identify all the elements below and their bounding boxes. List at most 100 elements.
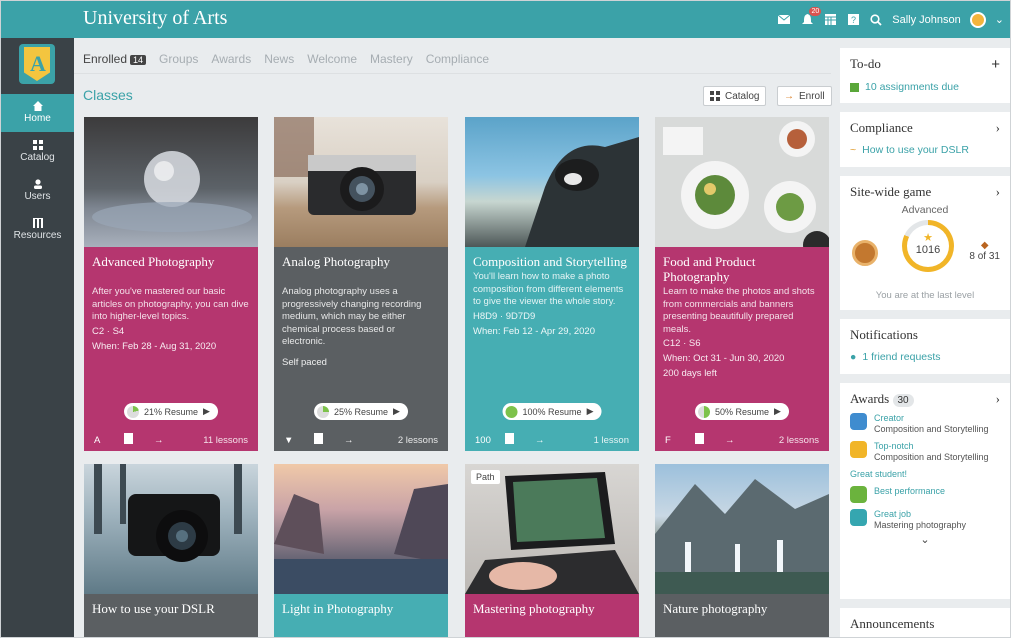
awards-title: Awards (850, 391, 890, 406)
notification-item[interactable]: ● 1 friend requests (850, 351, 1000, 363)
tab-awards[interactable]: Awards (211, 52, 251, 66)
class-card[interactable]: How to use your DSLR (84, 464, 258, 637)
tab-groups[interactable]: Groups (159, 52, 198, 66)
class-card[interactable]: Path Mastering photography (465, 464, 639, 637)
game-title: Site-wide game (850, 184, 932, 199)
award-title: Best performance (874, 486, 946, 496)
resume-button[interactable]: 21% Resume ▶ (124, 403, 218, 420)
user-name[interactable]: Sally Johnson (892, 14, 961, 26)
award-title: Great job (874, 509, 912, 519)
card-dates: When: Feb 12 - Apr 29, 2020 (473, 325, 595, 337)
compliance-item[interactable]: ~ How to use your DSLR (850, 144, 1000, 156)
card-image (655, 464, 829, 594)
sidebar-item-catalog[interactable]: Catalog (1, 133, 74, 171)
arrow-right-icon[interactable]: → (344, 435, 374, 446)
arrow-right-icon[interactable]: → (725, 435, 755, 446)
award-item[interactable]: Great job Mastering photography (850, 509, 1000, 531)
class-card[interactable]: Composition and Storytelling You'll lear… (465, 117, 639, 451)
award-title: Creator (874, 413, 905, 423)
class-card[interactable]: Analog Photography Analog photography us… (274, 117, 448, 451)
sidebar-item-resources[interactable]: Resources (1, 211, 74, 249)
sidebar-item-home[interactable]: Home (1, 94, 74, 132)
game-stats: ★ 1016 ◆ 8 of 31 (850, 220, 1000, 282)
tab-compliance[interactable]: Compliance (426, 52, 489, 66)
card-title[interactable]: Food and Product Photography (663, 254, 821, 284)
tab-news[interactable]: News (264, 52, 294, 66)
points-value: 1016 (915, 244, 941, 256)
award-item[interactable]: Creator Composition and Storytelling (850, 413, 1000, 435)
award-title: Top-notch (874, 441, 914, 451)
document-icon[interactable] (124, 433, 133, 444)
card-footer: F → 2 lessons (655, 429, 829, 451)
add-todo-button[interactable]: + (991, 56, 1000, 73)
card-image (274, 464, 448, 594)
award-item[interactable]: Top-notch Composition and Storytelling (850, 441, 1000, 463)
resume-button[interactable]: 25% Resume ▶ (314, 403, 408, 420)
card-description: After you've mastered our basic articles… (92, 286, 249, 322)
card-code: C12 · S6 (663, 338, 701, 349)
document-icon[interactable] (314, 433, 323, 444)
notifications-panel: Notifications ● 1 friend requests (840, 319, 1010, 374)
arrow-right-icon[interactable]: → (535, 435, 565, 446)
progress-pie-icon (127, 405, 140, 418)
resume-button[interactable]: 50% Resume ▶ (695, 403, 789, 420)
card-title[interactable]: Composition and Storytelling (473, 254, 631, 269)
card-title[interactable]: How to use your DSLR (92, 601, 250, 616)
resume-button[interactable]: 100% Resume ▶ (502, 403, 602, 420)
card-description: You'll learn how to make a photo composi… (473, 271, 624, 307)
card-title[interactable]: Advanced Photography (92, 254, 250, 269)
award-item[interactable]: Great student! (850, 469, 1000, 480)
class-card[interactable]: Light in Photography (274, 464, 448, 637)
card-title[interactable]: Analog Photography (282, 254, 440, 269)
points-center: ★ 1016 (907, 225, 949, 267)
tab-enrolled[interactable]: Enrolled 14 (83, 52, 147, 66)
chevron-down-icon[interactable]: ⌄ (995, 13, 1004, 26)
notification-badge: 20 (809, 6, 822, 16)
bell-icon[interactable]: 20 (800, 6, 822, 27)
lesson-count: 11 lessons (203, 434, 248, 446)
home-icon (32, 101, 43, 111)
card-title[interactable]: Light in Photography (282, 601, 440, 616)
grid-icon (32, 140, 43, 150)
chevron-right-icon[interactable]: › (996, 120, 1000, 136)
card-image (84, 464, 258, 594)
chevron-right-icon[interactable]: › (996, 184, 1000, 200)
document-icon[interactable] (695, 433, 704, 444)
card-pacing: Self paced (282, 356, 327, 368)
todo-item[interactable]: 10 assignments due (850, 81, 1000, 93)
arrow-right-icon: → (784, 90, 794, 102)
card-title[interactable]: Nature photography (663, 601, 821, 616)
todo-panel: To-do + 10 assignments due (840, 48, 1010, 103)
app-title[interactable]: University of Arts (83, 7, 227, 30)
chevron-down-icon[interactable]: ⌄ (850, 533, 1000, 546)
play-icon: ▶ (774, 406, 781, 416)
award-item[interactable]: Best performance (850, 486, 1000, 503)
school-logo[interactable] (19, 44, 55, 84)
tab-label: Enrolled (83, 52, 128, 66)
document-icon[interactable] (505, 433, 514, 444)
help-icon[interactable]: ? (846, 13, 860, 27)
card-footer: A → 11 lessons (84, 429, 258, 451)
todo-item-label: 10 assignments due (865, 81, 959, 93)
class-card[interactable]: Advanced Photography After you've master… (84, 117, 258, 451)
chevron-right-icon[interactable]: › (996, 391, 1000, 407)
class-card[interactable]: Nature photography (655, 464, 829, 637)
card-title[interactable]: Mastering photography (473, 601, 631, 616)
class-card[interactable]: Food and Product Photography Learn to ma… (655, 117, 829, 451)
trophy-icon: ▼ (284, 434, 294, 446)
enroll-button[interactable]: → Enroll (777, 86, 832, 106)
arrow-right-icon[interactable]: → (154, 435, 184, 446)
catalog-button-label: Catalog (725, 90, 760, 102)
user-avatar[interactable] (969, 11, 986, 28)
tab-welcome[interactable]: Welcome (307, 52, 357, 66)
sidebar-item-users[interactable]: Users (1, 172, 74, 210)
calendar-icon[interactable] (823, 13, 837, 27)
catalog-button[interactable]: Catalog (703, 86, 767, 106)
mail-icon[interactable] (777, 13, 791, 27)
card-body: Advanced Photography After you've master… (84, 247, 258, 451)
shield-award-icon (850, 413, 867, 430)
resume-label: 21% Resume (144, 406, 199, 417)
announcements-panel: Announcements (840, 608, 1010, 637)
search-icon[interactable] (869, 13, 883, 27)
tab-mastery[interactable]: Mastery (370, 52, 413, 66)
